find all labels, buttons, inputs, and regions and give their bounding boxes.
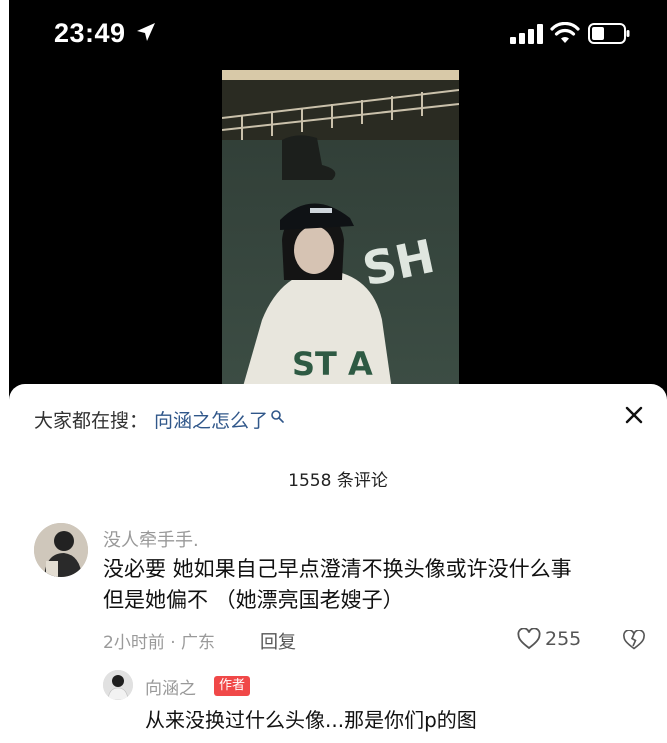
wifi-icon bbox=[550, 22, 580, 43]
heart-icon bbox=[517, 628, 541, 650]
reply-username[interactable]: 向涵之 bbox=[145, 674, 196, 699]
reply-avatar[interactable] bbox=[103, 670, 133, 700]
comment-meta: 2小时前 · 广东 bbox=[103, 633, 216, 653]
battery-icon bbox=[588, 23, 630, 44]
post-photo[interactable]: SH ST A bbox=[222, 70, 459, 390]
svg-text:ST A: ST A bbox=[292, 345, 373, 383]
search-icon bbox=[271, 409, 284, 423]
reply-text: 从来没换过什么头像...那是你们p的图 bbox=[145, 708, 477, 732]
search-suggestion-prefix: 大家都在搜： bbox=[34, 410, 149, 432]
comment-count: 1558 条评论 bbox=[288, 471, 388, 491]
comments-sheet: 大家都在搜： 向涵之怎么了 1558 条评论 没人牵手手. 没必要 她如果自己早… bbox=[9, 384, 667, 743]
comment-text: 没必要 她如果自己早点澄清不换头像或许没什么事 但是她偏不 （她漂亮国老嫂子） bbox=[103, 554, 643, 616]
like-count: 255 bbox=[545, 628, 582, 650]
avatar[interactable] bbox=[34, 523, 88, 577]
close-icon[interactable] bbox=[623, 404, 645, 426]
search-suggestion-term[interactable]: 向涵之怎么了 bbox=[154, 406, 268, 433]
comment-text-line1: 没必要 她如果自己早点澄清不换头像或许没什么事 bbox=[103, 557, 572, 581]
like-button[interactable]: 255 bbox=[517, 628, 581, 650]
comment-text-line2: 但是她偏不 （她漂亮国老嫂子） bbox=[103, 588, 404, 612]
status-bar: 23:49 bbox=[9, 0, 667, 66]
status-time: 23:49 bbox=[54, 18, 126, 48]
broken-heart-icon[interactable] bbox=[623, 630, 645, 650]
location-arrow-icon bbox=[137, 23, 155, 41]
search-suggestion[interactable]: 大家都在搜： 向涵之怎么了 bbox=[34, 406, 284, 433]
reply-button[interactable]: 回复 bbox=[260, 628, 296, 654]
left-edge-strip bbox=[0, 0, 9, 743]
comment-username[interactable]: 没人牵手手. bbox=[103, 526, 199, 552]
signal-icon bbox=[510, 24, 543, 44]
author-badge: 作者 bbox=[214, 676, 251, 696]
